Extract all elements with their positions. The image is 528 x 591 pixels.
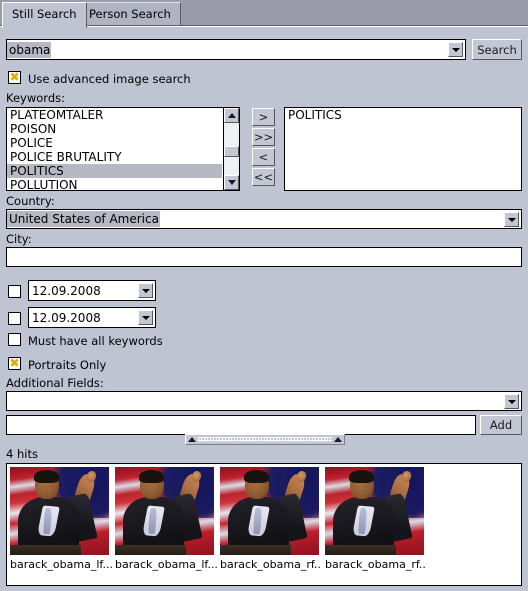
add-button[interactable]: Add <box>480 415 522 435</box>
hair-icon <box>348 469 375 483</box>
chevron-down-icon[interactable] <box>138 310 153 325</box>
list-item-selected[interactable]: POLITICS <box>7 164 222 178</box>
list-item[interactable]: POLITICS <box>285 108 521 122</box>
keywords-label: Keywords: <box>6 91 65 105</box>
podium-icon <box>325 545 397 555</box>
remove-all-keywords-button[interactable]: << <box>252 168 275 186</box>
thumbnail-image[interactable] <box>115 467 214 555</box>
additional-fields-label: Additional Fields: <box>6 376 104 390</box>
results-panel[interactable]: barack_obama_lf... barack_obama_lf... ba… <box>6 463 522 586</box>
thumbnail-caption: barack_obama_lf... <box>10 558 112 571</box>
thumbnail-image[interactable] <box>10 467 109 555</box>
available-keywords-list[interactable]: PLATEOMTALER POISON POLICE POLICE BRUTAL… <box>6 107 240 191</box>
horizontal-splitter[interactable] <box>185 434 345 445</box>
caret-down-icon <box>228 180 236 185</box>
list-item[interactable]: POLICE BRUTALITY <box>7 150 222 164</box>
list-item[interactable]: POLLUTION <box>7 178 222 190</box>
thumbnail-image[interactable] <box>325 467 424 555</box>
add-keyword-label: > <box>258 110 269 124</box>
tab-person-search-label: Person Search <box>89 7 171 21</box>
scroll-up-button[interactable] <box>224 108 239 123</box>
caret-up-icon[interactable] <box>334 437 342 442</box>
additional-field-value <box>7 416 475 418</box>
splitter-grip <box>198 437 332 442</box>
checkmark-icon: ✖ <box>9 70 20 84</box>
hair-icon <box>138 469 165 483</box>
tie-icon <box>252 507 262 535</box>
tab-strip: Still Search Person Search <box>0 0 528 28</box>
list-item[interactable]: PLATEOMTALER <box>7 108 222 122</box>
date-from-value[interactable]: 12.09.2008 <box>29 284 138 298</box>
remove-all-keywords-label: << <box>253 170 274 184</box>
portraits-only-checkbox[interactable]: ✖ <box>8 357 21 370</box>
checkmark-icon: ✖ <box>9 356 20 370</box>
tab-still-search[interactable]: Still Search <box>2 2 87 28</box>
thumbnail-image[interactable] <box>220 467 319 555</box>
search-query-combo[interactable]: obama <box>6 39 466 60</box>
still-search-window: Still Search Person Search obama Search … <box>0 0 528 591</box>
still-search-panel: obama Search ✖ Use advanced image search… <box>0 26 528 591</box>
podium-icon <box>10 545 82 555</box>
advanced-search-checkbox[interactable]: ✖ <box>8 71 21 84</box>
list-item[interactable]: POISON <box>7 122 222 136</box>
list-item[interactable]: barack_obama_lf... <box>115 467 217 572</box>
available-keywords-rows: PLATEOMTALER POISON POLICE POLICE BRUTAL… <box>7 108 222 190</box>
country-label: Country: <box>6 194 55 208</box>
add-all-keywords-label: >> <box>253 130 274 144</box>
remove-keyword-button[interactable]: < <box>252 148 275 166</box>
additional-field-input[interactable] <box>6 415 476 435</box>
city-input[interactable] <box>6 247 522 267</box>
country-combo[interactable]: United States of America <box>6 209 522 229</box>
tab-still-search-label: Still Search <box>12 7 77 21</box>
date-to-value[interactable]: 12.09.2008 <box>29 311 138 325</box>
additional-fields-combo[interactable] <box>6 391 522 411</box>
thumbnail-caption: barack_obama_lf... <box>115 558 217 571</box>
city-value <box>7 248 521 250</box>
tab-person-search[interactable]: Person Search <box>79 2 181 25</box>
list-item[interactable]: barack_obama_rf... <box>220 467 322 572</box>
chevron-down-icon[interactable] <box>138 283 153 298</box>
add-button-label: Add <box>489 418 513 432</box>
chevron-down-icon[interactable] <box>504 393 519 409</box>
hair-icon <box>243 469 270 483</box>
hits-count: 4 hits <box>6 447 38 461</box>
chevron-down-icon[interactable] <box>448 42 463 57</box>
must-have-all-keywords-checkbox[interactable] <box>8 333 21 346</box>
city-label: City: <box>6 232 32 246</box>
list-item[interactable]: POLICE <box>7 136 222 150</box>
caret-up-icon[interactable] <box>188 437 196 442</box>
date-to-combo[interactable]: 12.09.2008 <box>28 307 156 328</box>
country-value[interactable]: United States of America <box>7 211 160 227</box>
tie-icon <box>42 507 52 535</box>
scrollbar-thumb[interactable] <box>224 146 239 157</box>
must-have-all-keywords-label: Must have all keywords <box>28 334 163 348</box>
caret-up-icon <box>228 113 236 118</box>
search-query-value[interactable]: obama <box>7 41 52 58</box>
add-keyword-button[interactable]: > <box>252 108 275 126</box>
date-from-checkbox[interactable] <box>8 285 21 298</box>
podium-icon <box>220 545 292 555</box>
thumbnail-caption: barack_obama_rf... <box>325 558 427 571</box>
hair-icon <box>33 469 60 483</box>
date-from-combo[interactable]: 12.09.2008 <box>28 280 156 301</box>
available-keywords-scrollbar[interactable] <box>223 108 239 190</box>
add-all-keywords-button[interactable]: >> <box>252 128 275 146</box>
podium-icon <box>115 545 187 555</box>
portraits-only-label: Portraits Only <box>28 358 107 372</box>
search-button[interactable]: Search <box>472 39 522 60</box>
selected-keywords-list[interactable]: POLITICS <box>284 107 522 191</box>
chevron-down-icon[interactable] <box>504 211 519 227</box>
search-button-label: Search <box>477 42 517 57</box>
remove-keyword-label: < <box>258 150 269 164</box>
date-to-checkbox[interactable] <box>8 312 21 325</box>
list-item[interactable]: barack_obama_rf... <box>325 467 427 572</box>
list-item[interactable]: barack_obama_lf... <box>10 467 112 572</box>
selected-keywords-rows: POLITICS <box>285 108 521 190</box>
tie-icon <box>147 507 157 535</box>
advanced-search-label: Use advanced image search <box>28 72 191 86</box>
thumbnail-caption: barack_obama_rf... <box>220 558 322 571</box>
tie-icon <box>357 507 367 535</box>
scroll-down-button[interactable] <box>224 175 239 190</box>
